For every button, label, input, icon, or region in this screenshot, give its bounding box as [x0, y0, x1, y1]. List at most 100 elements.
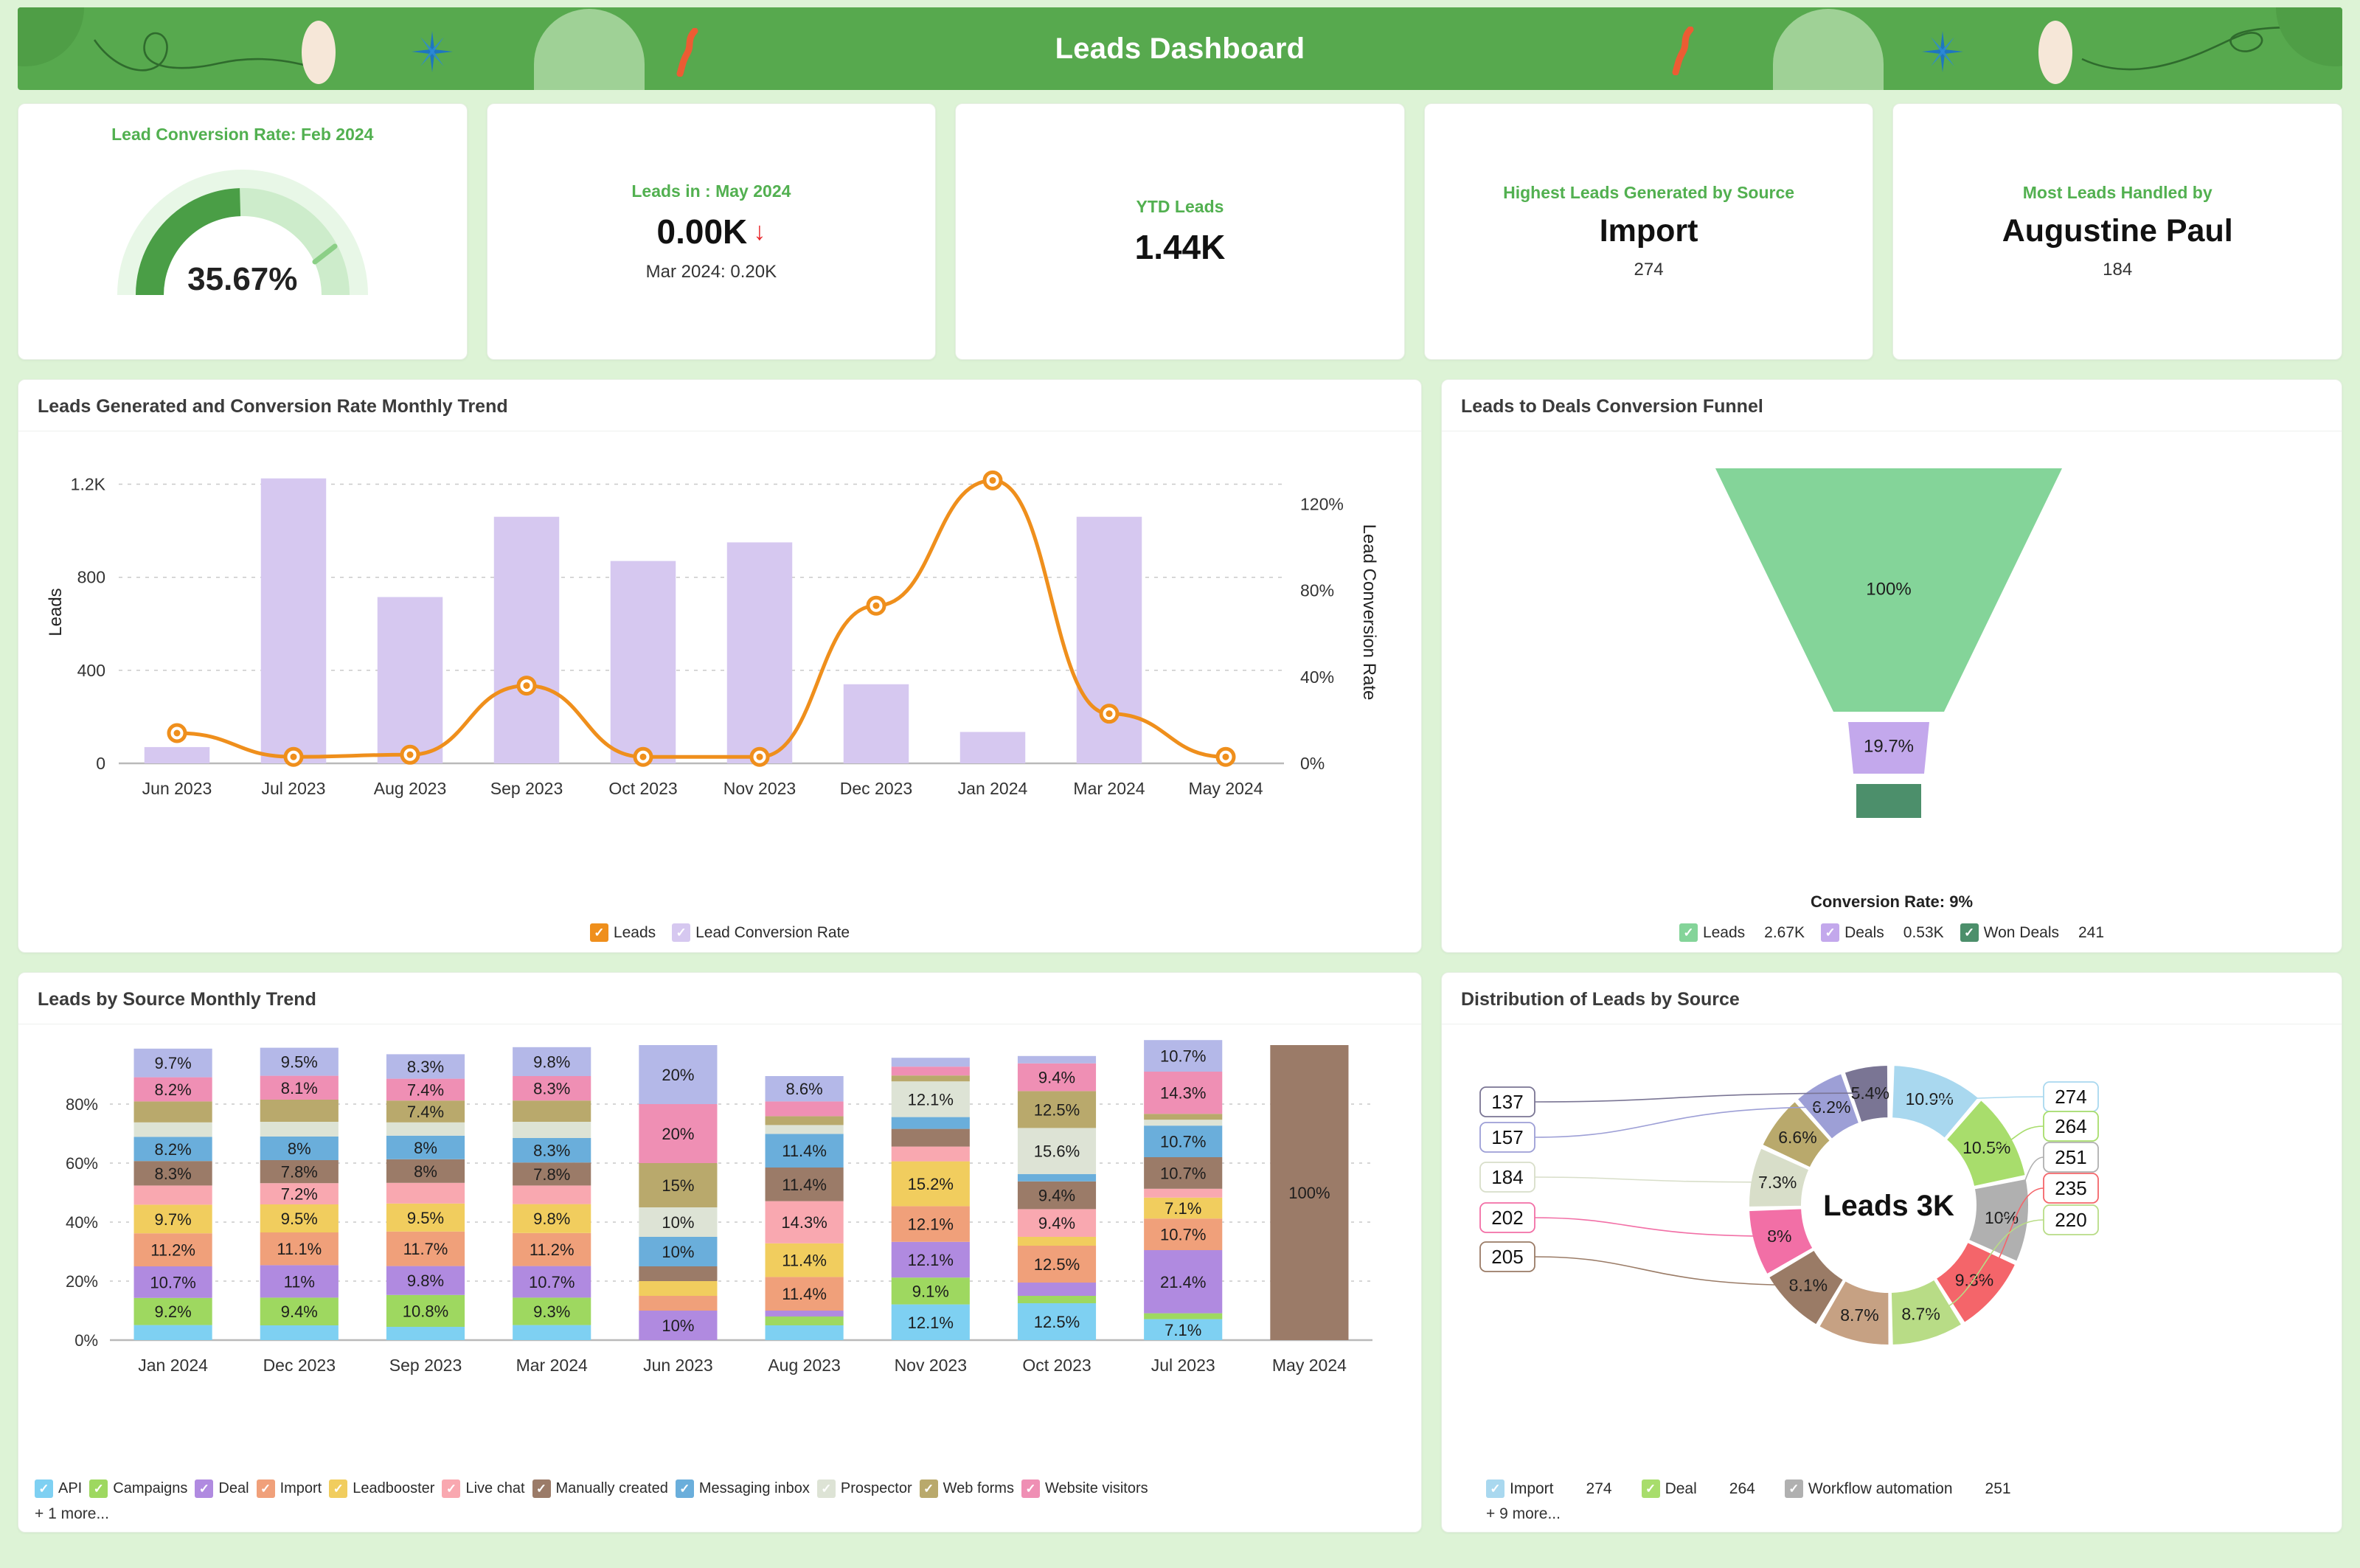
svg-text:7.1%: 7.1% [1165, 1321, 1201, 1339]
svg-text:7.8%: 7.8% [533, 1165, 570, 1184]
kpi-card-ytd-leads[interactable]: YTD Leads 1.44K [955, 103, 1405, 360]
svg-text:Mar 2024: Mar 2024 [516, 1356, 588, 1375]
svg-text:19.7%: 19.7% [1864, 737, 1914, 757]
legend-item-website-visitors[interactable]: ✓ Website visitors [1021, 1479, 1148, 1498]
legend-item-deal[interactable]: ✓ Deal [1641, 1479, 1697, 1498]
legend-swatch: ✓ [1641, 1479, 1660, 1498]
squiggle-decor [673, 28, 707, 77]
svg-text:10%: 10% [662, 1243, 694, 1261]
legend-item-web-forms[interactable]: ✓ Web forms [919, 1479, 1014, 1498]
svg-text:Oct 2023: Oct 2023 [1022, 1356, 1091, 1375]
svg-text:Jan 2024: Jan 2024 [958, 779, 1028, 798]
legend-item-campaigns[interactable]: ✓ Campaigns [89, 1479, 187, 1498]
legend-label: Prospector [840, 1480, 912, 1496]
panel-title: Leads Generated and Conversion Rate Mont… [38, 396, 508, 417]
legend-swatch: ✓ [675, 1479, 694, 1498]
donut-chart[interactable]: 10.9% 10.5% 10% 9.3% 8.7% 8.7% 8.1% 8% 7.3% 6.6% 6… [1442, 1024, 2342, 1477]
svg-text:Dec 2023: Dec 2023 [840, 779, 912, 798]
svg-text:100%: 100% [1866, 580, 1911, 600]
svg-text:9.7%: 9.7% [155, 1054, 192, 1072]
panel-title: Leads by Source Monthly Trend [38, 989, 316, 1010]
legend-item-prospector[interactable]: ✓ Prospector [816, 1479, 912, 1498]
kpi-card-lead-conversion-rate[interactable]: Lead Conversion Rate: Feb 2024 35.67% [18, 103, 468, 360]
kpi-title: Most Leads Handled by [2022, 183, 2212, 202]
svg-text:12.5%: 12.5% [1034, 1313, 1080, 1331]
svg-text:Jun 2023: Jun 2023 [142, 779, 212, 798]
svg-text:9.2%: 9.2% [155, 1302, 192, 1321]
svg-text:40%: 40% [66, 1213, 98, 1232]
legend-item-messaging-inbox[interactable]: ✓ Messaging inbox [675, 1479, 810, 1498]
svg-text:14.3%: 14.3% [1160, 1084, 1206, 1103]
donut-more-link[interactable]: + 9 more... [1442, 1498, 2342, 1532]
svg-text:Jul 2023: Jul 2023 [1151, 1356, 1215, 1375]
svg-text:11.4%: 11.4% [782, 1176, 827, 1194]
svg-text:9.5%: 9.5% [281, 1053, 318, 1072]
dashboard-header: Leads Dashboard [18, 7, 2342, 90]
legend-value: 241 [2078, 923, 2105, 941]
kpi-title: Leads in : May 2024 [631, 181, 791, 201]
svg-text:9.1%: 9.1% [912, 1282, 949, 1300]
legend-item-manually-created[interactable]: ✓ Manually created [532, 1479, 668, 1498]
legend-item-live-chat[interactable]: ✓ Live chat [442, 1479, 525, 1498]
svg-text:0%: 0% [1300, 754, 1325, 773]
svg-text:12.5%: 12.5% [1034, 1255, 1080, 1274]
legend-item-leads[interactable]: ✓ Leads [589, 923, 656, 942]
svg-text:Aug 2023: Aug 2023 [768, 1356, 840, 1375]
svg-text:264: 264 [2055, 1115, 2086, 1137]
legend-label: Workflow automation [1808, 1479, 1953, 1497]
legend-label: Deal [218, 1480, 249, 1496]
legend-value: 2.67K [1764, 923, 1805, 941]
svg-text:8.3%: 8.3% [533, 1142, 570, 1160]
legend-item-import[interactable]: ✓ Import [256, 1479, 322, 1498]
svg-text:205: 205 [1491, 1246, 1523, 1268]
kpi-value: Import [1599, 213, 1698, 249]
legend-swatch: ✓ [1021, 1479, 1040, 1498]
ellipse-decor [302, 21, 336, 84]
kpi-value: 1.44K [1134, 227, 1226, 266]
svg-text:8%: 8% [414, 1139, 437, 1157]
panel-header: Distribution of Leads by Source [1442, 973, 2342, 1024]
legend-item-leadbooster[interactable]: ✓ Leadbooster [329, 1479, 434, 1498]
svg-text:Dec 2023: Dec 2023 [263, 1356, 336, 1375]
svg-text:7.8%: 7.8% [281, 1163, 318, 1182]
svg-text:10.7%: 10.7% [150, 1273, 195, 1291]
legend-label: Campaigns [113, 1480, 188, 1496]
kpi-subvalue: 184 [2103, 260, 2133, 280]
stacked-more-link[interactable]: + 1 more... [18, 1498, 1421, 1532]
legend-item-leads[interactable]: ✓ Leads [1679, 923, 1745, 942]
kpi-subvalue: Mar 2024: 0.20K [645, 261, 777, 282]
svg-text:11.2%: 11.2% [150, 1241, 195, 1260]
legend-item-won-deals[interactable]: ✓ Won Deals [1960, 923, 2059, 942]
corner-circle-decor [18, 7, 84, 66]
legend-value: 0.53K [1903, 923, 1944, 941]
svg-text:Jul 2023: Jul 2023 [262, 779, 326, 798]
svg-text:9.7%: 9.7% [155, 1210, 192, 1229]
legend-item-import[interactable]: ✓ Import [1486, 1479, 1554, 1498]
svg-text:40%: 40% [1300, 667, 1334, 687]
combo-chart[interactable]: 0 400 800 1.2K 0% 40% 80% 120% Jun 2023 Jul 2023 A… [18, 431, 1421, 920]
kpi-card-most-leads-handled-by[interactable]: Most Leads Handled by Augustine Paul 184 [1892, 103, 2342, 360]
svg-text:Nov 2023: Nov 2023 [895, 1356, 967, 1375]
loop-line-decor-right [2079, 24, 2322, 75]
svg-text:8.7%: 8.7% [1840, 1305, 1878, 1325]
legend-item-api[interactable]: ✓ API [35, 1479, 82, 1498]
ellipse-decor-right [2038, 21, 2072, 84]
kpi-card-highest-source[interactable]: Highest Leads Generated by Source Import… [1423, 103, 1874, 360]
svg-text:7.2%: 7.2% [281, 1185, 318, 1204]
legend-item-workflow-automation[interactable]: ✓ Workflow automation [1784, 1479, 1953, 1498]
legend-item-deal[interactable]: ✓ Deal [195, 1479, 249, 1498]
legend-item-lead-conversion-rate[interactable]: ✓ Lead Conversion Rate [672, 923, 850, 942]
legend-item-deals[interactable]: ✓ Deals [1821, 923, 1884, 942]
funnel-chart[interactable]: 100% 19.7% [1442, 431, 2342, 892]
svg-text:7.1%: 7.1% [1165, 1199, 1201, 1218]
combo-legend: ✓ Leads ✓ Lead Conversion Rate [18, 920, 1421, 952]
svg-text:10.8%: 10.8% [403, 1302, 448, 1320]
stacked-legend: ✓ API ✓ Campaigns ✓ Deal ✓ Import ✓ Leadbooster ✓ L… [18, 1477, 1421, 1498]
legend-swatch: ✓ [919, 1479, 938, 1498]
donut-legend: ✓ Import 274 ✓ Deal 264 ✓ Workflow autom… [1442, 1477, 2342, 1498]
kpi-card-leads-in-month[interactable]: Leads in : May 2024 0.00K ↓ Mar 2024: 0.… [486, 103, 937, 360]
panel-header: Leads to Deals Conversion Funnel [1442, 380, 2342, 431]
legend-swatch: ✓ [195, 1479, 214, 1498]
stacked-chart[interactable]: 0% 20% 40% 60% 80% 9.2% 10.7% 11.2% 9.7% 8.3% 8.2%… [18, 1024, 1421, 1477]
legend-label: Import [280, 1480, 322, 1496]
